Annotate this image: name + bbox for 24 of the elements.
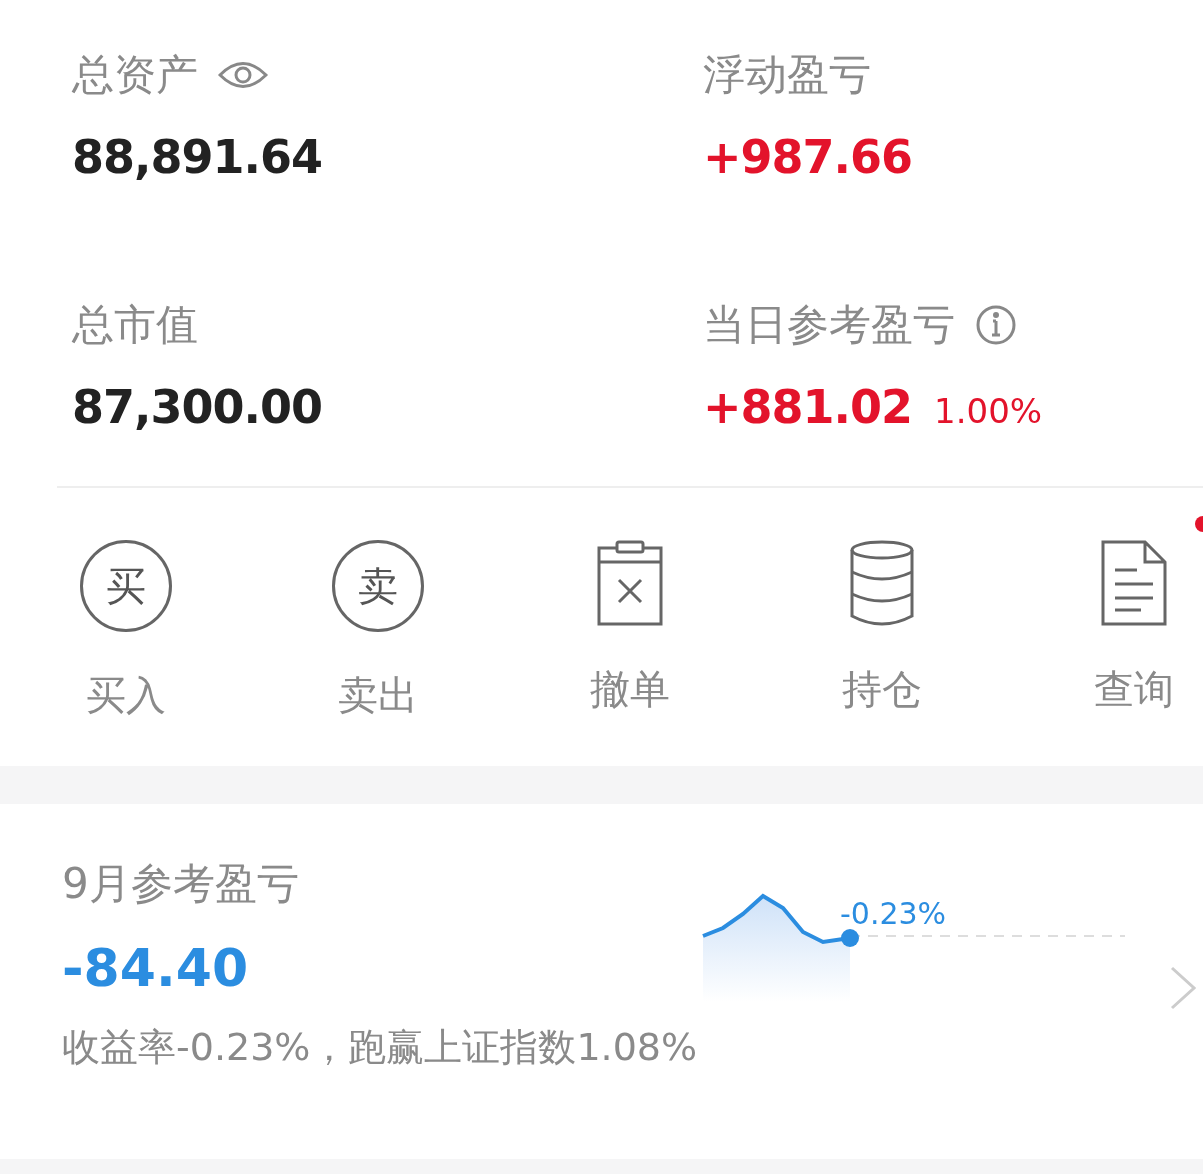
database-icon [850, 540, 914, 626]
summary-value: 88,891.64 [72, 130, 322, 184]
return-summary: 收益率-0.23%，跑赢上证指数1.08% [62, 1024, 698, 1071]
summary-value: 87,300.00 [72, 380, 322, 434]
clipboard-x-icon [597, 540, 663, 626]
info-icon[interactable] [975, 304, 1017, 346]
action-button[interactable]: 查询 [1008, 488, 1203, 766]
summary-value: +881.02 [703, 380, 913, 434]
circle-glyph-icon: 买 [80, 540, 172, 632]
summary-value: +987.66 [703, 130, 913, 184]
circle-glyph-icon: 卖 [332, 540, 424, 632]
summary-label: 总市值 [72, 299, 198, 351]
document-icon [1101, 540, 1167, 626]
summary-label: 当日参考盈亏 [703, 299, 955, 351]
action-button[interactable]: 卖 卖出 [252, 488, 504, 766]
chart-label: -0.23% [840, 896, 947, 931]
monthly-title: 9月参考盈亏 [62, 858, 299, 910]
action-button[interactable]: 持仓 [756, 488, 1008, 766]
summary-label: 总资产 [72, 49, 198, 101]
summary-label: 浮动盈亏 [703, 49, 871, 101]
monthly-value: -84.40 [62, 938, 249, 998]
action-button[interactable]: 撤单 [504, 488, 756, 766]
percent-change: 1.00% [934, 391, 1043, 431]
action-button[interactable]: 买 买入 [0, 488, 252, 766]
